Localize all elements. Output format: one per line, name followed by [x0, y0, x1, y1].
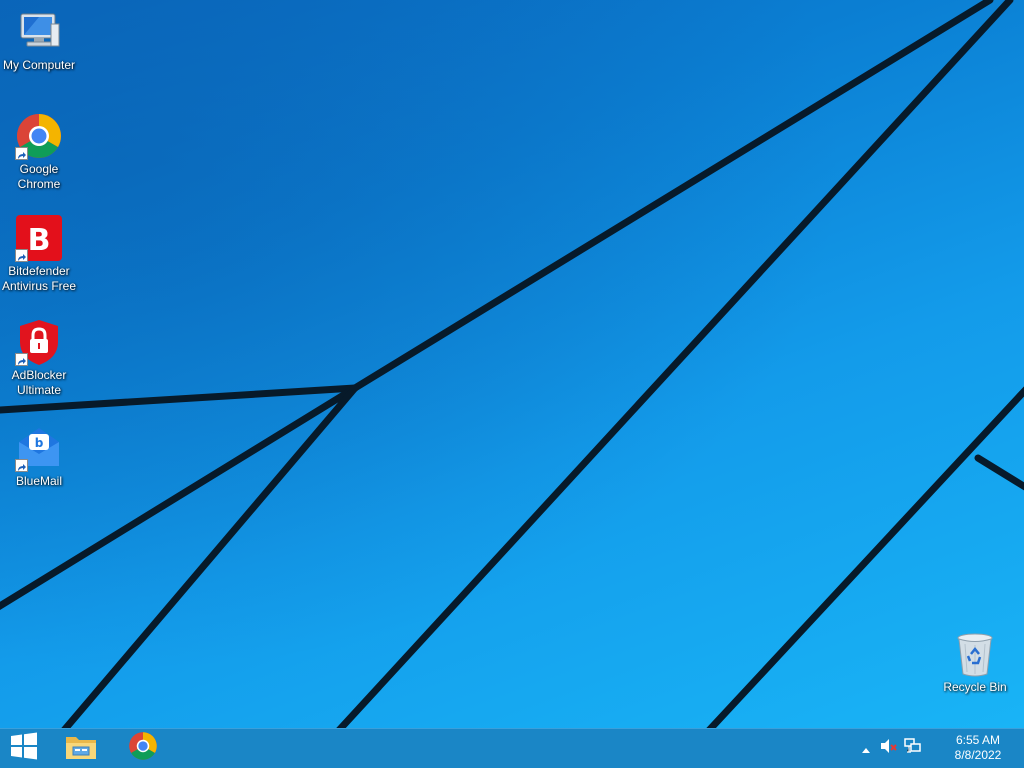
- volume-button[interactable]: [878, 729, 900, 768]
- recycle-bin-icon: [951, 630, 999, 678]
- desktop-icon-bitdefender[interactable]: B Bitdefender Antivirus Free: [0, 214, 78, 294]
- desktop-icon-adblocker-ultimate[interactable]: AdBlocker Ultimate: [0, 318, 78, 398]
- network-button[interactable]: [902, 729, 924, 768]
- windows-logo-icon: [10, 732, 38, 765]
- clock[interactable]: 6:55 AM 8/8/2022: [946, 733, 1010, 763]
- desktop-icon-google-chrome[interactable]: Google Chrome: [0, 112, 78, 192]
- network-icon: [904, 738, 922, 759]
- shortcut-arrow-icon: [15, 459, 28, 472]
- taskbar: 6:55 AM 8/8/2022: [0, 728, 1024, 768]
- desktop-icon-label: Bitdefender Antivirus Free: [1, 264, 77, 293]
- shortcut-arrow-icon: [15, 249, 28, 262]
- taskbar-file-explorer-button[interactable]: [56, 729, 106, 768]
- chrome-icon: [15, 112, 63, 160]
- adblocker-icon: [15, 318, 63, 366]
- chevron-up-icon: [862, 740, 870, 758]
- taskbar-chrome-button[interactable]: [118, 729, 168, 768]
- desktop-icon-bluemail[interactable]: b BlueMail: [0, 424, 78, 489]
- svg-text:b: b: [35, 436, 44, 450]
- clock-time: 6:55 AM: [955, 733, 1001, 747]
- bitdefender-icon: B: [15, 214, 63, 262]
- desktop-icon-my-computer[interactable]: My Computer: [0, 8, 78, 73]
- desktop-icon-label: My Computer: [2, 58, 76, 72]
- system-tray: 6:55 AM 8/8/2022: [854, 729, 1024, 768]
- svg-text:B: B: [28, 223, 51, 258]
- wallpaper-lines: [0, 0, 1024, 728]
- desktop[interactable]: My Computer Google Chrome B Bitdefender …: [0, 0, 1024, 728]
- shortcut-arrow-icon: [15, 353, 28, 366]
- clock-date: 8/8/2022: [954, 748, 1002, 762]
- desktop-icon-label: AdBlocker Ultimate: [11, 368, 67, 397]
- desktop-icon-recycle-bin[interactable]: Recycle Bin: [936, 630, 1014, 695]
- shortcut-arrow-icon: [15, 147, 28, 160]
- computer-icon: [15, 8, 63, 56]
- bluemail-icon: b: [15, 424, 63, 472]
- desktop-icon-label: BlueMail: [15, 474, 63, 488]
- show-hidden-icons-button[interactable]: [858, 729, 874, 768]
- desktop-icon-label: Google Chrome: [17, 162, 61, 191]
- folder-icon: [64, 731, 98, 766]
- start-button[interactable]: [0, 729, 48, 768]
- desktop-icon-label: Recycle Bin: [943, 680, 1007, 694]
- chrome-icon: [128, 731, 158, 766]
- speaker-muted-icon: [880, 738, 898, 759]
